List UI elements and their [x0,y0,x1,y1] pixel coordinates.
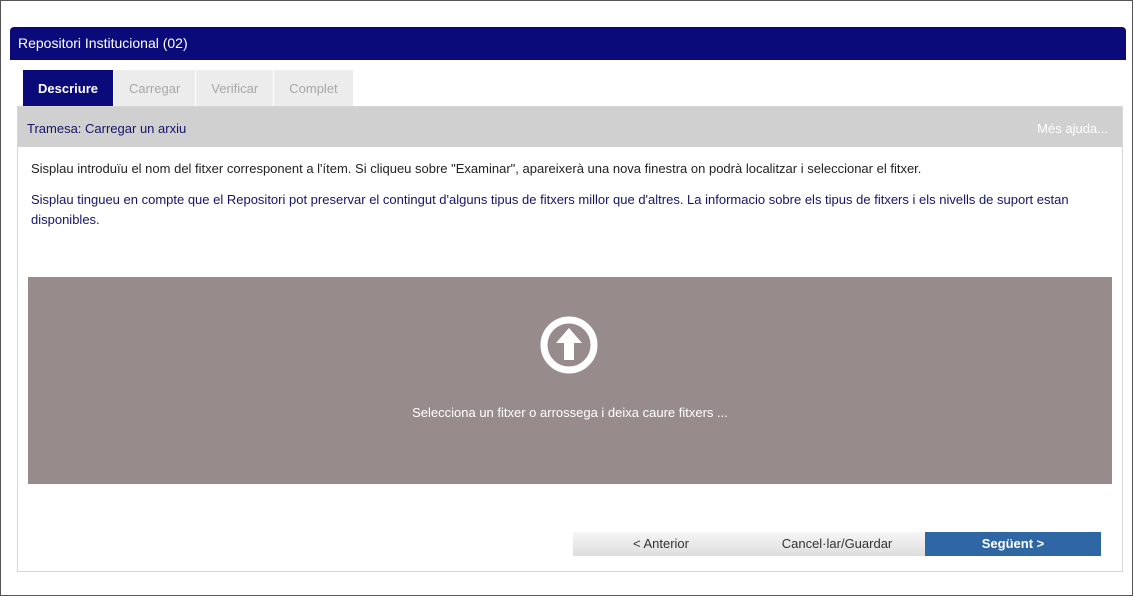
panel-title: Tramesa: Carregar un arxiu [27,121,187,136]
file-support-notice: Sisplau tingueu en compte que el Reposit… [31,192,1069,227]
tab-complet[interactable]: Complet [274,70,354,106]
next-button[interactable]: Següent > [925,532,1101,556]
step-tabs: Descriure Carregar Verificar Complet [23,70,354,106]
upload-arrow-circle-icon[interactable] [539,315,599,375]
file-drop-zone[interactable]: Selecciona un fitxer o arrossega i deixa… [28,277,1112,484]
help-link[interactable]: Més ajuda... [1037,107,1108,151]
tab-verificar[interactable]: Verificar [196,70,275,106]
app-title-bar: Repositori Institucional (02) [10,27,1126,60]
app-title: Repositori Institucional (02) [18,35,188,51]
tab-carregar[interactable]: Carregar [113,70,197,106]
instructions-text: Sisplau introduïu el nom del fitxer corr… [31,161,922,176]
tab-descriure[interactable]: Descriure [23,70,114,106]
cancel-save-button[interactable]: Cancel·lar/Guardar [749,532,925,556]
navigation-buttons: < Anterior Cancel·lar/Guardar Següent > [573,532,1101,556]
previous-button[interactable]: < Anterior [573,532,749,556]
upload-panel: Tramesa: Carregar un arxiu Més ajuda... … [17,106,1123,572]
panel-header: Tramesa: Carregar un arxiu Més ajuda... [18,107,1122,147]
drop-zone-label: Selecciona un fitxer o arrossega i deixa… [412,405,728,420]
